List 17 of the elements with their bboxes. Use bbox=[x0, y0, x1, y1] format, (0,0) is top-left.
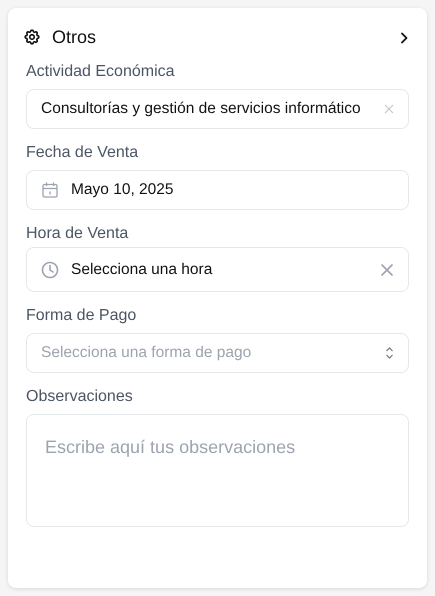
field-label: Forma de Pago bbox=[26, 306, 138, 325]
updown-icon bbox=[385, 346, 394, 360]
gear-icon bbox=[23, 28, 41, 46]
chevron-icon bbox=[399, 32, 409, 44]
time-field[interactable]: Selecciona una hora bbox=[26, 247, 409, 292]
field-label: Actividad Económica bbox=[26, 62, 176, 81]
field-label: Observaciones bbox=[26, 387, 134, 406]
date-field[interactable]: Mayo 10, 2025 bbox=[26, 170, 409, 210]
field-label: Fecha de Venta bbox=[26, 143, 140, 162]
input-field[interactable]: Consultorías y gestión de servicios informático bbox=[26, 89, 409, 129]
close-icon[interactable] bbox=[380, 262, 394, 276]
field-label: Hora de Venta bbox=[26, 224, 130, 243]
clock-icon bbox=[41, 260, 59, 278]
section-title: Otros bbox=[52, 26, 98, 48]
calendar-icon bbox=[41, 181, 59, 199]
chevron-button[interactable] bbox=[399, 30, 409, 44]
close-icon[interactable] bbox=[384, 104, 394, 114]
